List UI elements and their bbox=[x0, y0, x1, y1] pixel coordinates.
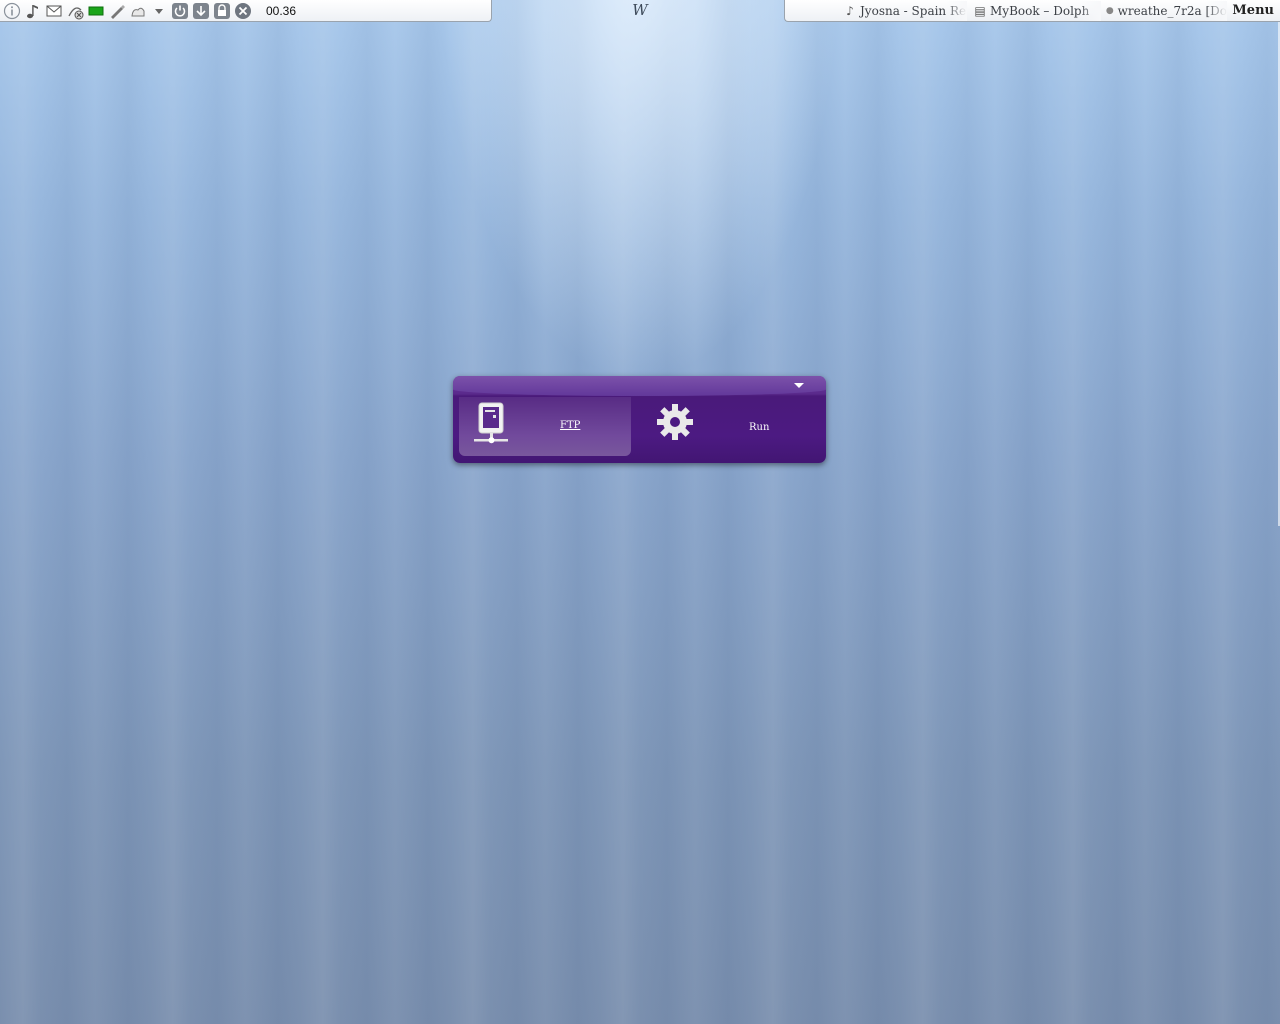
music-icon: ♪ bbox=[846, 3, 854, 18]
center-logo[interactable]: W bbox=[629, 1, 651, 21]
info-icon[interactable] bbox=[3, 2, 21, 20]
file-manager-icon: ▤ bbox=[974, 3, 986, 18]
clock[interactable]: 00.36 bbox=[266, 4, 296, 18]
shutdown-icon[interactable] bbox=[171, 2, 189, 20]
network-disconnected-icon[interactable] bbox=[66, 2, 84, 20]
launcher-item-ftp[interactable]: FTP bbox=[459, 397, 631, 456]
task-document[interactable]: ● wreathe_7r2a [Do bbox=[1105, 0, 1227, 21]
menu-button[interactable]: Menu bbox=[1232, 3, 1274, 18]
lock-icon[interactable] bbox=[213, 2, 231, 20]
battery-icon[interactable] bbox=[87, 2, 105, 20]
music-icon[interactable] bbox=[24, 2, 42, 20]
task-file-manager[interactable]: ▤ MyBook – Dolph bbox=[973, 0, 1101, 21]
launcher-item-run[interactable]: Run bbox=[649, 397, 819, 456]
launcher-header bbox=[453, 376, 826, 396]
mail-icon[interactable] bbox=[45, 2, 63, 20]
run-label: Run bbox=[749, 422, 770, 433]
clipboard-icon[interactable] bbox=[129, 2, 147, 20]
pen-icon[interactable] bbox=[108, 2, 126, 20]
expand-tray-icon[interactable] bbox=[150, 2, 168, 20]
top-panel-left: 00.36 bbox=[0, 0, 492, 22]
task-music-player[interactable]: ♪ Jyosna - Spain Re bbox=[843, 0, 967, 21]
document-icon: ● bbox=[1105, 5, 1114, 16]
close-icon[interactable] bbox=[234, 2, 252, 20]
taskbar: ♪ Jyosna - Spain Re ▤ MyBook – Dolph ● w… bbox=[784, 0, 1280, 22]
download-icon[interactable] bbox=[192, 2, 210, 20]
chevron-down-icon[interactable] bbox=[794, 383, 804, 388]
ftp-label: FTP bbox=[560, 420, 581, 431]
launcher-widget: FTP Run bbox=[453, 376, 826, 463]
task-label: MyBook – Dolph bbox=[990, 3, 1090, 18]
ftp-server-icon bbox=[474, 402, 508, 444]
gear-icon bbox=[657, 404, 693, 440]
